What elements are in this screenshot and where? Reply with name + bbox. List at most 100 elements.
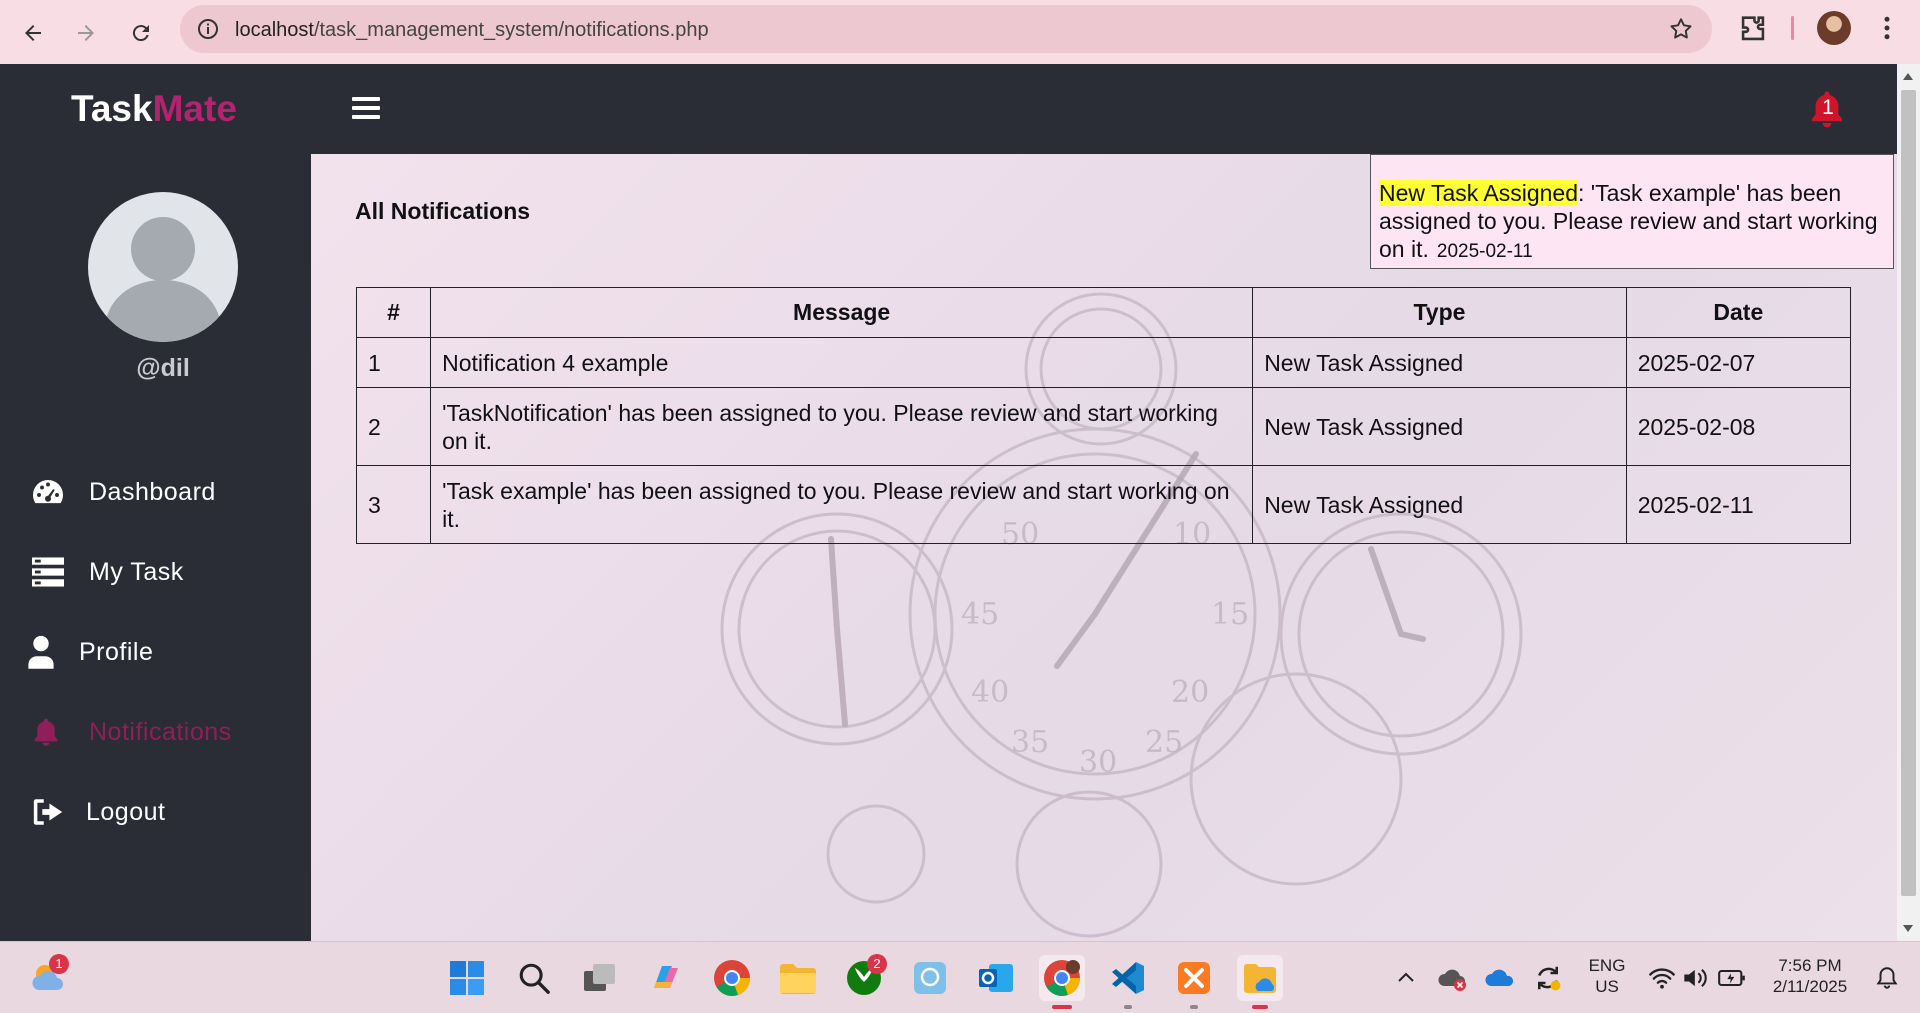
notifications-table: # Message Type Date 1 Notification 4 exa… [355,287,1852,544]
show-hidden-icons-chevron-icon[interactable] [1383,955,1429,1001]
app-header: TaskMate 1 [0,64,1897,154]
clock-time: 7:56 PM [1778,956,1842,975]
sidebar-item-dashboard[interactable]: Dashboard [0,462,311,522]
column-header-type: Type [1252,287,1627,338]
search-icon[interactable] [511,955,557,1001]
sidebar: @dil Dashboard My Task Profile Notificat… [0,154,311,941]
file-explorer-icon[interactable] [775,955,821,1001]
browser-toolbar: localhost/task_management_system/notific… [0,0,1920,64]
scroll-up-arrow-icon[interactable] [1903,73,1913,80]
svg-text:20: 20 [1171,675,1209,710]
user-icon [22,633,60,671]
toolbar-separator [1791,16,1794,40]
copilot-icon[interactable] [643,955,689,1001]
cell-message: 'TaskNotification' has been assigned to … [430,387,1254,466]
table-row: 3 'Task example' has been assigned to yo… [355,465,1852,544]
chrome-profile-icon[interactable] [1039,955,1085,1001]
user-avatar [88,192,238,342]
profile-avatar[interactable] [1817,11,1851,45]
svg-text:30: 30 [1079,745,1117,780]
language-code: ENG [1588,956,1626,975]
hamburger-menu-icon[interactable] [352,97,380,123]
chrome-icon[interactable] [709,955,755,1001]
notification-dropdown[interactable]: New Task Assigned: 'Task example' has be… [1370,154,1894,269]
battery-icon[interactable] [1709,955,1755,1001]
weather-badge: 1 [49,954,69,974]
main-content: 10 15 20 25 30 35 40 45 50 All Notifications #… [311,154,1897,941]
logout-icon [29,793,67,831]
task-list-icon [29,553,67,591]
sidebar-item-logout[interactable]: Logout [0,782,311,842]
sidebar-item-label: Notifications [89,717,232,746]
reload-icon [132,25,149,42]
sidebar-item-label: Dashboard [89,477,216,506]
brand-part-mate: Mate [152,88,237,129]
table-row: 2 'TaskNotification' has been assigned t… [355,387,1852,466]
forward-button[interactable] [64,11,108,55]
back-button[interactable] [11,11,55,55]
language-indicator[interactable]: ENG US [1581,955,1633,997]
site-info-icon[interactable] [196,17,220,41]
bookmark-star-icon[interactable] [1668,16,1694,42]
sidebar-item-profile[interactable]: Profile [0,622,311,682]
table-header-row: # Message Type Date [355,287,1852,338]
sidebar-item-notifications[interactable]: Notifications [0,702,311,762]
outlook-icon[interactable] [973,955,1019,1001]
arrow-left-icon [25,25,41,41]
cell-date: 2025-02-08 [1625,387,1852,466]
cell-date: 2025-02-07 [1625,337,1852,388]
xbox-badge: 2 [867,954,887,974]
xampp-icon[interactable] [1171,955,1217,1001]
start-windows-icon[interactable] [444,955,490,1001]
cell-message: Notification 4 example [430,337,1254,388]
cell-type: New Task Assigned [1252,337,1627,388]
cell-number: 1 [355,337,432,388]
sync-status-icon[interactable] [1525,955,1571,1001]
sidebar-item-label: Profile [79,637,154,666]
onedrive-icon[interactable] [1477,955,1523,1001]
address-bar[interactable]: localhost/task_management_system/notific… [180,5,1712,53]
cell-type: New Task Assigned [1252,387,1627,466]
extensions-icon[interactable] [1736,12,1770,46]
clock[interactable]: 7:56 PM 2/11/2025 [1759,955,1861,997]
arrow-right-icon [78,25,94,41]
cell-message: 'Task example' has been assigned to you.… [430,465,1254,544]
photos-app-icon[interactable] [907,955,953,1001]
cloud-error-icon[interactable] [1429,955,1475,1001]
username: @dil [136,354,190,382]
brand-logo[interactable]: TaskMate [71,88,237,130]
svg-text:40: 40 [971,675,1009,710]
notification-date: 2025-02-11 [1436,241,1533,262]
user-silhouette-icon [106,217,220,342]
url-text: localhost/task_management_system/notific… [235,19,709,41]
table-row: 1 Notification 4 example New Task Assign… [355,337,1852,388]
cell-type: New Task Assigned [1252,465,1627,544]
file-explorer-cloud-icon[interactable] [1237,955,1283,1001]
column-header-number: # [355,287,432,338]
sidebar-item-my-task[interactable]: My Task [0,542,311,602]
reload-button[interactable] [119,11,163,55]
running-app-indicator [1124,1005,1132,1009]
svg-text:15: 15 [1211,597,1249,632]
sidebar-item-label: Logout [86,797,166,826]
vscode-icon[interactable] [1105,955,1151,1001]
bell-icon [27,713,65,751]
windows-taskbar: 1 2 ENG US 7:56 PM 2/11/2025 [0,941,1920,1013]
cell-number: 2 [355,387,432,466]
gauge-icon [29,473,67,511]
task-view-icon[interactable] [577,955,623,1001]
page-scrollbar[interactable] [1897,64,1920,941]
notification-count-badge: 1 [1822,96,1834,119]
cell-number: 3 [355,465,432,544]
scroll-down-arrow-icon[interactable] [1903,925,1913,932]
active-app-indicator [1252,1005,1268,1009]
clock-date: 2/11/2025 [1772,977,1848,996]
column-header-date: Date [1625,287,1852,338]
scrollbar-thumb[interactable] [1901,90,1916,896]
notification-center-icon[interactable] [1864,955,1910,1001]
svg-text:45: 45 [961,597,999,632]
brand-part-task: Task [71,88,153,129]
more-menu-icon[interactable] [1872,13,1902,43]
active-app-indicator [1052,1005,1072,1009]
running-app-indicator [1190,1005,1198,1009]
